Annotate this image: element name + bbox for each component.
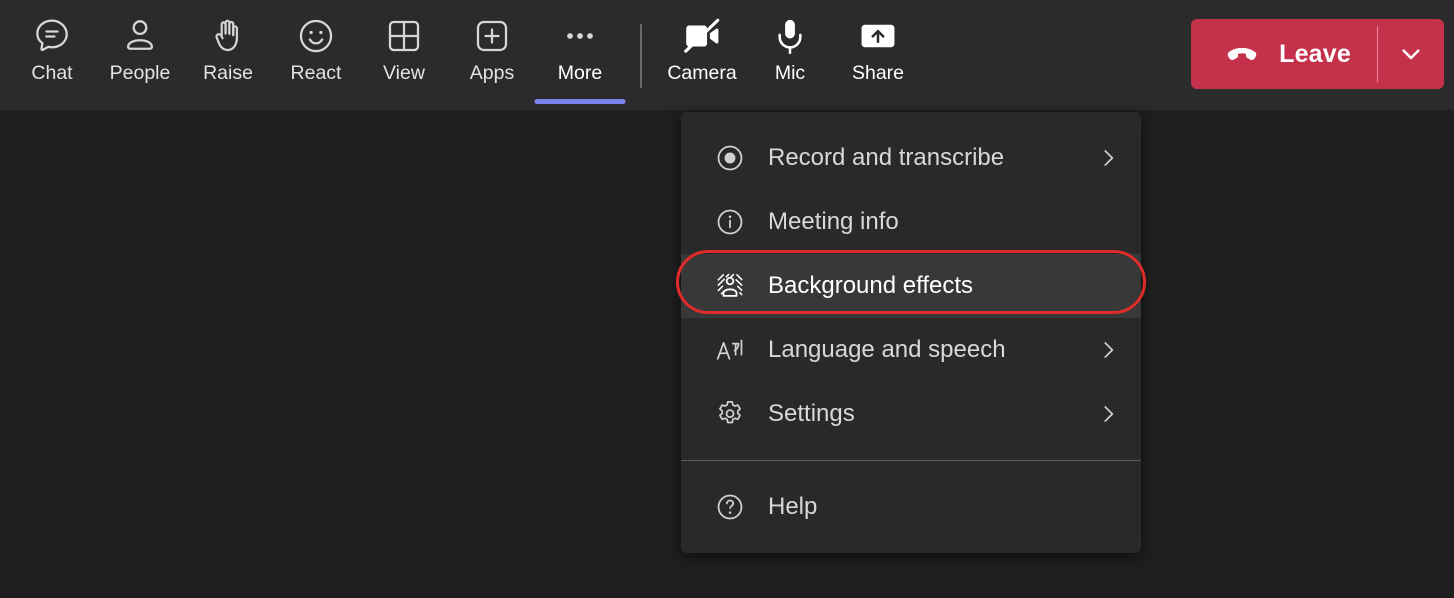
toolbar-button-people[interactable]: People — [96, 0, 184, 110]
toolbar-button-more[interactable]: More — [536, 0, 624, 110]
leave-split-button: Leave — [1191, 19, 1444, 89]
toolbar-divider — [640, 24, 642, 88]
toolbar-label-share: Share — [852, 61, 904, 85]
info-circle-icon — [712, 204, 748, 240]
toolbar-label-people: People — [110, 61, 171, 85]
active-tab-underline — [535, 99, 626, 104]
menu-section-divider — [681, 460, 1141, 461]
toolbar-primary-actions: Chat People Raise — [0, 0, 922, 110]
share-screen-icon — [855, 13, 901, 59]
raise-hand-icon — [205, 13, 251, 59]
gear-icon — [712, 396, 748, 432]
camera-off-icon — [679, 13, 725, 59]
toolbar-button-raise[interactable]: Raise — [184, 0, 272, 110]
more-ellipsis-icon — [557, 13, 603, 59]
chevron-right-icon — [1095, 401, 1121, 427]
menu-label-record-and-transcribe: Record and transcribe — [768, 143, 1004, 173]
chevron-right-icon — [1095, 145, 1121, 171]
toolbar-button-chat[interactable]: Chat — [8, 0, 96, 110]
menu-item-background-effects[interactable]: Background effects — [681, 254, 1141, 318]
menu-label-help: Help — [768, 492, 817, 522]
leave-dropdown-button[interactable] — [1378, 19, 1444, 89]
toolbar-button-share[interactable]: Share — [834, 0, 922, 110]
toolbar-label-more: More — [558, 61, 602, 85]
toolbar-button-view[interactable]: View — [360, 0, 448, 110]
toolbar-button-react[interactable]: React — [272, 0, 360, 110]
chevron-right-icon — [1095, 337, 1121, 363]
toolbar-label-raise: Raise — [203, 61, 253, 85]
chevron-down-icon — [1395, 38, 1427, 70]
apps-plus-icon — [469, 13, 515, 59]
language-icon — [712, 332, 748, 368]
menu-item-meeting-info[interactable]: Meeting info — [681, 190, 1141, 254]
leave-button[interactable]: Leave — [1191, 19, 1377, 89]
more-dropdown-menu: Record and transcribe Meeting info — [681, 112, 1141, 553]
view-grid-icon — [381, 13, 427, 59]
chat-icon — [29, 13, 75, 59]
toolbar-button-mic[interactable]: Mic — [746, 0, 834, 110]
toolbar-label-view: View — [383, 61, 425, 85]
toolbar-label-chat: Chat — [31, 61, 72, 85]
menu-item-language-and-speech[interactable]: Language and speech — [681, 318, 1141, 382]
menu-label-language-and-speech: Language and speech — [768, 335, 1006, 365]
leave-button-label: Leave — [1279, 40, 1351, 69]
microphone-icon — [767, 13, 813, 59]
menu-label-settings: Settings — [768, 399, 855, 429]
react-smiley-icon — [293, 13, 339, 59]
toolbar-label-react: React — [291, 61, 342, 85]
meeting-toolbar: Chat People Raise — [0, 0, 1454, 110]
menu-item-help[interactable]: Help — [681, 475, 1141, 539]
background-effects-icon — [712, 268, 748, 304]
toolbar-button-camera[interactable]: Camera — [658, 0, 746, 110]
help-circle-icon — [712, 489, 748, 525]
toolbar-button-apps[interactable]: Apps — [448, 0, 536, 110]
toolbar-label-camera: Camera — [667, 61, 736, 85]
menu-label-background-effects: Background effects — [768, 271, 973, 301]
record-circle-icon — [712, 140, 748, 176]
menu-item-record-and-transcribe[interactable]: Record and transcribe — [681, 126, 1141, 190]
people-icon — [117, 13, 163, 59]
toolbar-label-mic: Mic — [775, 61, 805, 85]
toolbar-label-apps: Apps — [470, 61, 514, 85]
hangup-phone-icon — [1223, 35, 1261, 73]
menu-item-settings[interactable]: Settings — [681, 382, 1141, 446]
menu-label-meeting-info: Meeting info — [768, 207, 899, 237]
